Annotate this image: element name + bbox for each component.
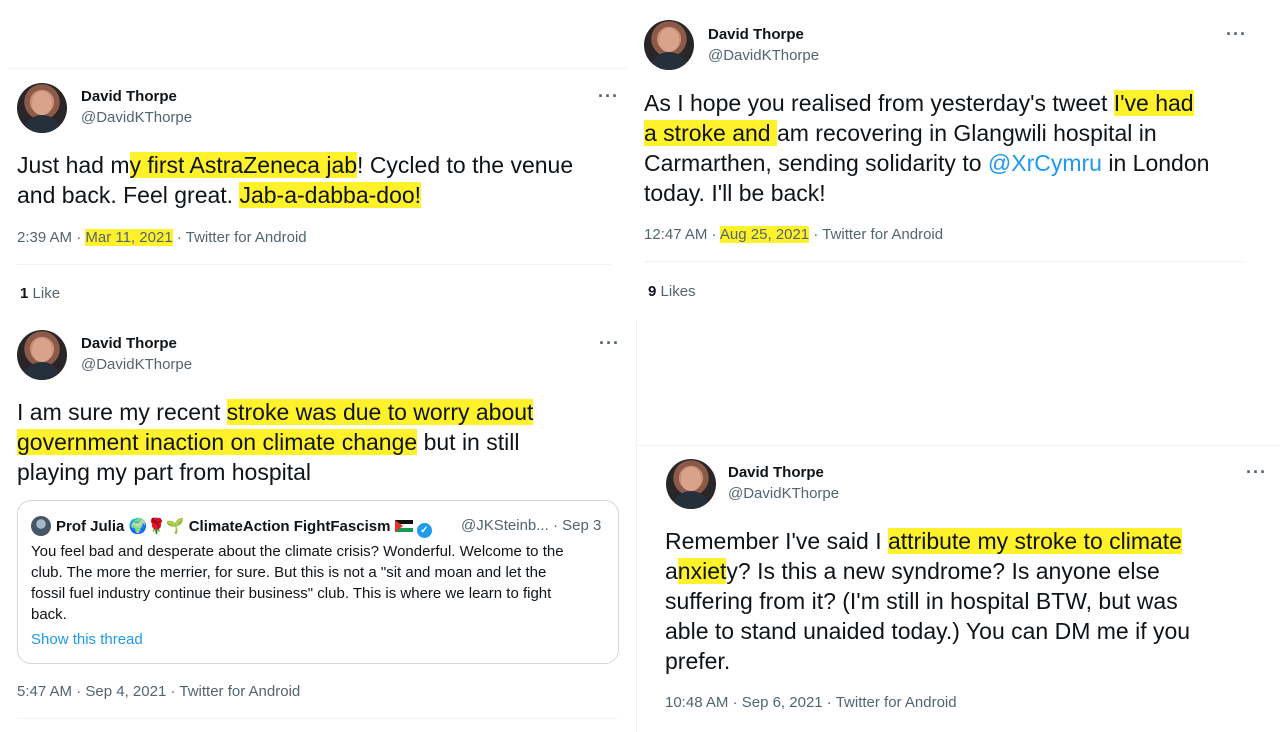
tweet-text-segment: a — [665, 558, 678, 584]
highlighted-text: y first AstraZeneca jab — [129, 152, 358, 178]
highlighted-text: a stroke and — [644, 120, 777, 146]
tweet-2[interactable]: David Thorpe @DavidKThorpe ··· As I hope… — [628, 0, 1280, 320]
tweet-text-segment: but in still — [417, 429, 520, 455]
tweet-text-segment: Carmarthen, sending solidarity to — [644, 150, 988, 176]
likes-count[interactable]: 1 Like — [20, 285, 60, 302]
tweet-text-line: a stroke and am recovering in Glangwili … — [644, 118, 1209, 148]
tweet-4[interactable]: David Thorpe @DavidKThorpe ··· Remember … — [637, 445, 1280, 732]
tweet-text-line: government inaction on climate change bu… — [17, 427, 533, 457]
divider — [637, 445, 1280, 446]
tweet-text: I am sure my recent stroke was due to wo… — [17, 397, 534, 487]
highlighted-text: Jab-a-dabba-doo! — [239, 182, 422, 208]
quoted-author-name: Prof Julia 🌍🌹🌱 ClimateAction FightFascis… — [56, 517, 432, 538]
divider — [17, 718, 617, 719]
more-icon[interactable]: ··· — [598, 87, 619, 105]
tweet-text-line: As I hope you realised from yesterday's … — [644, 88, 1209, 118]
avatar[interactable] — [666, 459, 716, 509]
tweet-date[interactable]: Sep 4, 2021 — [85, 683, 166, 700]
author-name[interactable]: David Thorpe — [728, 464, 824, 481]
author-handle[interactable]: @DavidKThorpe — [728, 485, 839, 502]
avatar[interactable] — [644, 20, 694, 70]
tweet-meta: 2:39 AM · Mar 11, 2021 · Twitter for And… — [17, 229, 307, 246]
mention-link[interactable]: @XrCymru — [988, 150, 1102, 176]
tweet-text-line: prefer. — [665, 646, 1190, 676]
author-handle[interactable]: @DavidKThorpe — [81, 356, 192, 373]
avatar[interactable] — [17, 83, 67, 133]
quoted-author-handle: @JKSteinb... · Sep 3 — [461, 517, 602, 534]
author-handle[interactable]: @DavidKThorpe — [708, 47, 819, 64]
likes-count[interactable]: 9 Likes — [648, 283, 696, 300]
tweet-text-segment: I am sure my recent — [17, 399, 227, 425]
highlighted-text: government inaction on climate change — [17, 429, 418, 455]
tweet-time[interactable]: 12:47 AM — [644, 226, 707, 243]
divider — [8, 68, 628, 69]
author-name[interactable]: David Thorpe — [81, 88, 177, 105]
tweet-source[interactable]: Twitter for Android — [186, 229, 307, 246]
tweet-text-line: able to stand unaided today.) You can DM… — [665, 616, 1190, 646]
quoted-text: You feel bad and desperate about the cli… — [31, 543, 564, 623]
tweet-text-line: I am sure my recent stroke was due to wo… — [17, 397, 534, 427]
tweet-time[interactable]: 2:39 AM — [17, 229, 72, 246]
tweet-text-line: today. I'll be back! — [644, 178, 1209, 208]
tweet-text-segment: suffering from it? (I'm still in hospita… — [665, 588, 1178, 614]
tweet-text-segment: am recovering in Glangwili hospital in — [776, 120, 1157, 146]
tweet-text-line: Carmarthen, sending solidarity to @XrCym… — [644, 148, 1209, 178]
tweet-text-line: playing my part from hospital — [17, 457, 533, 487]
tweet-text-line: Remember I've said I attribute my stroke… — [665, 526, 1190, 556]
tweet-date[interactable]: Aug 25, 2021 — [719, 226, 810, 243]
highlighted-text: nxiet — [677, 558, 727, 584]
tweet-meta: 12:47 AM · Aug 25, 2021 · Twitter for An… — [644, 226, 944, 243]
tweet-time[interactable]: 5:47 AM — [17, 683, 72, 700]
quoted-tweet[interactable]: Prof Julia 🌍🌹🌱 ClimateAction FightFascis… — [17, 500, 619, 664]
tweet-text-segment: y? Is this a new syndrome? Is anyone els… — [726, 558, 1160, 584]
tweet-source[interactable]: Twitter for Android — [822, 226, 943, 243]
tweet-text-segment: able to stand unaided today.) You can DM… — [665, 618, 1191, 644]
quoted-avatar — [31, 516, 51, 536]
tweet-text-segment: in London — [1101, 150, 1210, 176]
more-icon[interactable]: ··· — [1226, 25, 1247, 43]
tweet-text: Just had my first AstraZeneca jab! Cycle… — [17, 150, 573, 210]
more-icon[interactable]: ··· — [1246, 463, 1267, 481]
show-thread-link[interactable]: Show this thread — [31, 631, 143, 648]
tweet-text-line: and back. Feel great. Jab-a-dabba-doo! — [17, 180, 573, 210]
tweet-text-segment: As I hope you realised from yesterday's … — [644, 90, 1114, 116]
tweet-text-line: anxiety? Is this a new syndrome? Is anyo… — [665, 556, 1190, 586]
tweet-source[interactable]: Twitter for Android — [179, 683, 300, 700]
palestine-flag-icon — [394, 520, 413, 532]
column-divider — [636, 320, 637, 732]
divider — [644, 261, 1246, 262]
tweet-1[interactable]: David Thorpe @DavidKThorpe ··· Just had … — [0, 0, 628, 320]
tweet-text-line: Just had my first AstraZeneca jab! Cycle… — [17, 150, 573, 180]
avatar[interactable] — [17, 330, 67, 380]
verified-icon: ✓ — [416, 523, 432, 538]
tweet-text: Remember I've said I attribute my stroke… — [665, 526, 1190, 676]
tweet-3[interactable]: David Thorpe @DavidKThorpe ··· I am sure… — [0, 320, 628, 732]
tweet-text-line: suffering from it? (I'm still in hospita… — [665, 586, 1190, 616]
tweet-text-segment: ! Cycled to the venue — [357, 152, 574, 178]
tweet-source[interactable]: Twitter for Android — [836, 694, 957, 711]
tweet-date[interactable]: Mar 11, 2021 — [85, 229, 173, 246]
tweet-text-segment: Remember I've said I — [665, 528, 888, 554]
tweet-time[interactable]: 10:48 AM — [665, 694, 728, 711]
tweet-text-segment: playing my part from hospital — [17, 459, 312, 485]
author-name[interactable]: David Thorpe — [708, 26, 804, 43]
highlighted-text: I've had — [1113, 90, 1194, 116]
tweet-text-segment: today. I'll be back! — [644, 180, 826, 206]
more-icon[interactable]: ··· — [599, 334, 620, 352]
highlighted-text: attribute my stroke to climate — [887, 528, 1182, 554]
tweet-meta: 10:48 AM · Sep 6, 2021 · Twitter for And… — [665, 694, 957, 711]
tweet-text-segment: and back. Feel great. — [17, 182, 240, 208]
author-handle[interactable]: @DavidKThorpe — [81, 109, 192, 126]
tweet-meta: 5:47 AM · Sep 4, 2021 · Twitter for Andr… — [17, 683, 301, 700]
tweet-date[interactable]: Sep 6, 2021 — [742, 694, 823, 711]
tweet-text-segment: Just had m — [17, 152, 130, 178]
author-name[interactable]: David Thorpe — [81, 335, 177, 352]
divider — [17, 264, 612, 265]
highlighted-text: stroke was due to worry about — [226, 399, 534, 425]
tweet-text: As I hope you realised from yesterday's … — [644, 88, 1209, 208]
tweet-text-segment: prefer. — [665, 648, 731, 674]
